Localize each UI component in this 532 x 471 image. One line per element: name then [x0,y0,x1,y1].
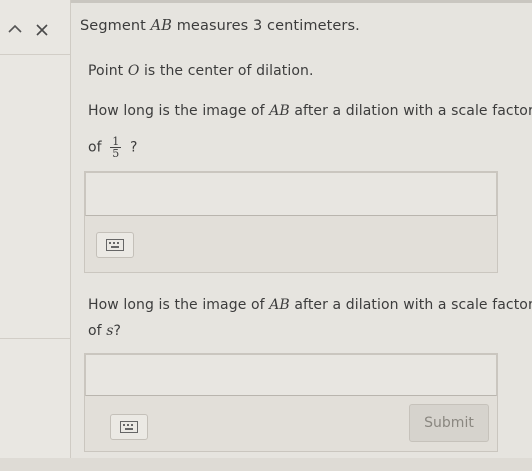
point-label: O [127,63,140,79]
close-icon[interactable] [34,22,50,38]
question2-line2: of s? [88,323,121,339]
question1-line1: How long is the image of AB after a dila… [88,103,532,119]
text: after a dilation with a scale factor [289,297,532,313]
keyboard-icon [106,239,124,251]
text: Point [88,63,128,79]
text: is the center of dilation. [139,63,314,79]
keyboard-button[interactable] [96,232,134,258]
scale-variable: s [106,323,114,339]
center-statement: Point O is the center of dilation. [88,63,314,79]
answer-input-2[interactable] [85,354,497,396]
text: of [88,139,102,156]
text: after a dilation with a scale factor [289,103,532,119]
text: ? [113,323,122,339]
text: ? [129,139,138,156]
question2-line1: How long is the image of AB after a dila… [88,297,532,313]
text: Segment [80,18,151,34]
divider [0,338,70,339]
scale-fraction: 1 5 [110,135,122,160]
fraction-denominator: 5 [110,147,122,160]
segment-label: AB [150,18,172,34]
segment-label: AB [269,103,290,119]
text: measures [172,18,254,34]
question1-line2: of 1 5 ? [88,136,137,159]
text: How long is the image of [88,103,270,119]
answer-input-1[interactable] [85,172,497,216]
left-nav-panel [0,0,71,471]
keyboard-button[interactable] [110,414,148,440]
answer-area-1 [84,171,498,273]
text: centimeters. [262,18,360,34]
length-value: 3 [253,18,263,34]
divider [0,54,70,55]
problem-statement: Segment AB measures 3 centimeters. [80,18,360,34]
segment-label: AB [269,297,290,313]
top-border [0,0,532,3]
keyboard-icon [120,421,138,433]
fraction-numerator: 1 [112,135,120,148]
text: How long is the image of [88,297,270,313]
chevron-back-icon[interactable] [8,24,22,34]
text: of [88,323,107,339]
bottom-strip [0,458,532,471]
submit-button[interactable]: Submit [409,404,489,442]
